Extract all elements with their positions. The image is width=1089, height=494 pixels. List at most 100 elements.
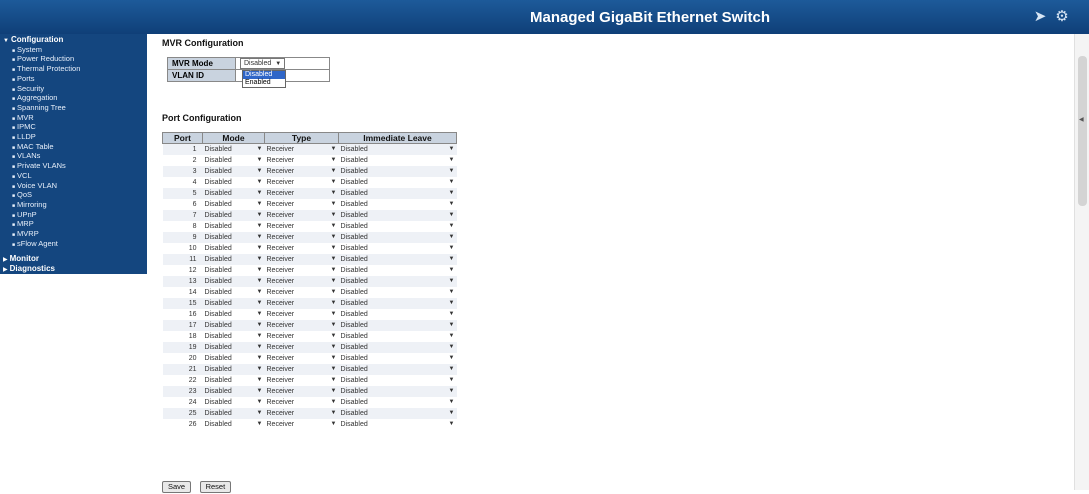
immediate-leave-select[interactable]: Disabled ▼ bbox=[341, 167, 455, 176]
immediate-leave-select[interactable]: Disabled ▼ bbox=[341, 387, 455, 396]
immediate-leave-select[interactable]: Disabled ▼ bbox=[341, 343, 455, 352]
mode-select[interactable]: Disabled ▼ bbox=[205, 420, 263, 429]
type-select[interactable]: Receiver ▼ bbox=[267, 398, 337, 407]
logout-icon[interactable]: ➤ bbox=[1031, 8, 1049, 26]
help-icon[interactable]: ⚙ bbox=[1053, 8, 1071, 26]
mode-select[interactable]: Disabled ▼ bbox=[205, 277, 263, 286]
type-select[interactable]: Receiver ▼ bbox=[267, 354, 337, 363]
immediate-leave-select[interactable]: Disabled ▼ bbox=[341, 310, 455, 319]
immediate-leave-select[interactable]: Disabled ▼ bbox=[341, 233, 455, 242]
immediate-leave-select[interactable]: Disabled ▼ bbox=[341, 409, 455, 418]
immediate-leave-select[interactable]: Disabled ▼ bbox=[341, 299, 455, 308]
mode-select[interactable]: Disabled ▼ bbox=[205, 343, 263, 352]
type-select[interactable]: Receiver ▼ bbox=[267, 266, 337, 275]
mode-select[interactable]: Disabled ▼ bbox=[205, 167, 263, 176]
type-select[interactable]: Receiver ▼ bbox=[267, 255, 337, 264]
type-select[interactable]: Receiver ▼ bbox=[267, 200, 337, 209]
immediate-leave-select[interactable]: Disabled ▼ bbox=[341, 365, 455, 374]
mode-select[interactable]: Disabled ▼ bbox=[205, 387, 263, 396]
mode-select[interactable]: Disabled ▼ bbox=[205, 354, 263, 363]
type-select[interactable]: Receiver ▼ bbox=[267, 167, 337, 176]
mode-select[interactable]: Disabled ▼ bbox=[205, 178, 263, 187]
type-select-value: Receiver bbox=[266, 376, 295, 384]
type-select[interactable]: Receiver ▼ bbox=[267, 288, 337, 297]
type-select[interactable]: Receiver ▼ bbox=[267, 145, 337, 154]
page-scrollbar[interactable]: ◀ bbox=[1074, 34, 1089, 490]
immediate-leave-select[interactable]: Disabled ▼ bbox=[341, 189, 455, 198]
mode-select[interactable]: Disabled ▼ bbox=[205, 266, 263, 275]
immediate-leave-select[interactable]: Disabled ▼ bbox=[341, 376, 455, 385]
immediate-leave-select[interactable]: Disabled ▼ bbox=[341, 200, 455, 209]
chevron-right-icon: ▶ bbox=[3, 276, 8, 283]
immediate-leave-select[interactable]: Disabled ▼ bbox=[341, 398, 455, 407]
sidebar-section[interactable]: ▶ Maintenance bbox=[0, 274, 147, 285]
immediate-leave-select[interactable]: Disabled ▼ bbox=[341, 266, 455, 275]
type-select[interactable]: Receiver ▼ bbox=[267, 277, 337, 286]
type-select[interactable]: Receiver ▼ bbox=[267, 310, 337, 319]
type-select[interactable]: Receiver ▼ bbox=[267, 178, 337, 187]
type-select[interactable]: Receiver ▼ bbox=[267, 222, 337, 231]
mode-select[interactable]: Disabled ▼ bbox=[205, 222, 263, 231]
immediate-leave-select-value: Disabled bbox=[340, 387, 368, 395]
type-select[interactable]: Receiver ▼ bbox=[267, 244, 337, 253]
mode-select[interactable]: Disabled ▼ bbox=[205, 398, 263, 407]
mode-select[interactable]: Disabled ▼ bbox=[205, 211, 263, 220]
mode-select[interactable]: Disabled ▼ bbox=[205, 321, 263, 330]
mode-select[interactable]: Disabled ▼ bbox=[205, 288, 263, 297]
type-select[interactable]: Receiver ▼ bbox=[267, 420, 337, 429]
immediate-leave-select[interactable]: Disabled ▼ bbox=[341, 288, 455, 297]
sidebar-item[interactable]: ■ sFlow Agent bbox=[0, 239, 147, 250]
immediate-leave-select[interactable]: Disabled ▼ bbox=[341, 332, 455, 341]
type-select[interactable]: Receiver ▼ bbox=[267, 343, 337, 352]
type-select-value: Receiver bbox=[266, 222, 295, 230]
sidebar-item-label: QoS bbox=[17, 190, 33, 200]
bullet-icon: ■ bbox=[12, 193, 16, 200]
immediate-leave-select[interactable]: Disabled ▼ bbox=[341, 354, 455, 363]
type-select[interactable]: Receiver ▼ bbox=[267, 387, 337, 396]
type-select[interactable]: Receiver ▼ bbox=[267, 189, 337, 198]
immediate-leave-select[interactable]: Disabled ▼ bbox=[341, 420, 455, 429]
type-select[interactable]: Receiver ▼ bbox=[267, 321, 337, 330]
mode-select[interactable]: Disabled ▼ bbox=[205, 365, 263, 374]
type-select[interactable]: Receiver ▼ bbox=[267, 376, 337, 385]
mode-select[interactable]: Disabled ▼ bbox=[205, 255, 263, 264]
immediate-leave-select[interactable]: Disabled ▼ bbox=[341, 145, 455, 154]
mvr-mode-select[interactable]: Disabled ▼ bbox=[240, 58, 286, 69]
type-select[interactable]: Receiver ▼ bbox=[267, 156, 337, 165]
mode-select[interactable]: Disabled ▼ bbox=[205, 332, 263, 341]
immediate-leave-select[interactable]: Disabled ▼ bbox=[341, 211, 455, 220]
dropdown-option[interactable]: Disabled bbox=[243, 71, 285, 79]
immediate-leave-select[interactable]: Disabled ▼ bbox=[341, 222, 455, 231]
type-select[interactable]: Receiver ▼ bbox=[267, 233, 337, 242]
mode-select[interactable]: Disabled ▼ bbox=[205, 310, 263, 319]
immediate-leave-select[interactable]: Disabled ▼ bbox=[341, 255, 455, 264]
mode-select[interactable]: Disabled ▼ bbox=[205, 233, 263, 242]
immediate-leave-select[interactable]: Disabled ▼ bbox=[341, 277, 455, 286]
type-select[interactable]: Receiver ▼ bbox=[267, 365, 337, 374]
mode-select[interactable]: Disabled ▼ bbox=[205, 200, 263, 209]
mode-select[interactable]: Disabled ▼ bbox=[205, 244, 263, 253]
immediate-leave-select-value: Disabled bbox=[340, 189, 368, 197]
mode-select[interactable]: Disabled ▼ bbox=[205, 376, 263, 385]
type-select-value: Receiver bbox=[266, 288, 295, 296]
mode-select[interactable]: Disabled ▼ bbox=[205, 299, 263, 308]
chevron-down-icon: ▼ bbox=[448, 201, 455, 207]
type-select[interactable]: Receiver ▼ bbox=[267, 332, 337, 341]
immediate-leave-select[interactable]: Disabled ▼ bbox=[341, 156, 455, 165]
mode-select[interactable]: Disabled ▼ bbox=[205, 145, 263, 154]
type-select[interactable]: Receiver ▼ bbox=[267, 299, 337, 308]
type-select[interactable]: Receiver ▼ bbox=[267, 409, 337, 418]
dropdown-option[interactable]: Enabled bbox=[243, 79, 285, 87]
mode-select[interactable]: Disabled ▼ bbox=[205, 409, 263, 418]
type-select[interactable]: Receiver ▼ bbox=[267, 211, 337, 220]
scrollbar-thumb[interactable] bbox=[1078, 56, 1087, 206]
save-button[interactable]: Save bbox=[162, 481, 192, 493]
table-row: 1 Disabled ▼ Receiver ▼ Disabled ▼ bbox=[162, 143, 457, 155]
mode-select[interactable]: Disabled ▼ bbox=[205, 156, 263, 165]
immediate-leave-select[interactable]: Disabled ▼ bbox=[341, 244, 455, 253]
mode-select[interactable]: Disabled ▼ bbox=[205, 189, 263, 198]
immediate-leave-select[interactable]: Disabled ▼ bbox=[341, 321, 455, 330]
immediate-leave-select[interactable]: Disabled ▼ bbox=[341, 178, 455, 187]
reset-button[interactable]: Reset bbox=[199, 481, 232, 493]
mvr-mode-dropdown[interactable]: Disabled Enabled bbox=[242, 70, 286, 88]
